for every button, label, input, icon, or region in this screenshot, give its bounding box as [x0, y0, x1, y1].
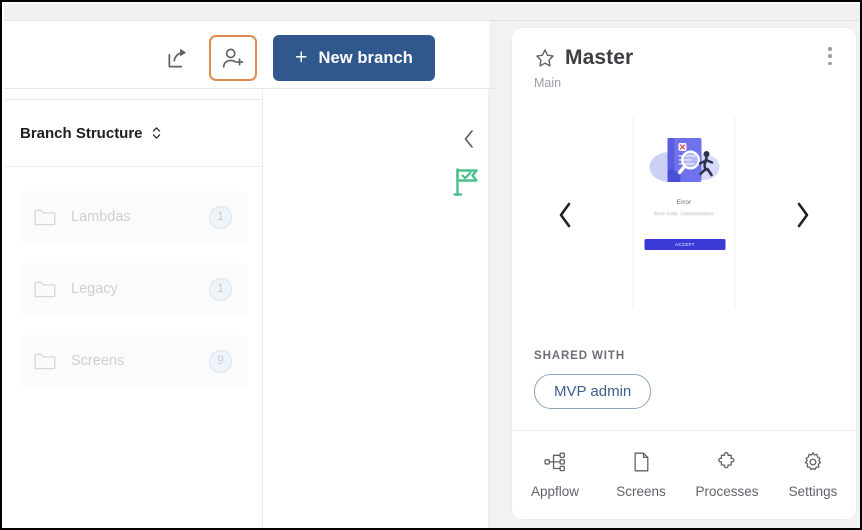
shared-user-chip[interactable]: MVP admin	[534, 374, 652, 409]
detail-panel: Master Main Error Error Code: Communicat…	[512, 28, 856, 519]
folder-icon	[34, 280, 56, 298]
list-item[interactable]: Legacy 1	[20, 263, 248, 315]
screen-carousel: Error Error Code: Communication ACCEPT	[512, 103, 856, 343]
branch-structure-column: Branch Structure Lambdas 1 Legacy 1 Scre…	[4, 90, 263, 528]
carousel-prev-button[interactable]	[548, 198, 582, 232]
thumbnail-title: Error	[676, 199, 692, 206]
screen-thumbnail[interactable]: Error Error Code: Communication ACCEPT	[632, 117, 736, 309]
list-item-label: Screens	[71, 353, 125, 369]
folder-icon	[34, 352, 56, 370]
status-badge: 1	[209, 205, 232, 229]
detail-subtitle: Main	[534, 76, 562, 90]
thumbnail-description: Error Code: Communication	[654, 211, 714, 216]
left-region: + New branch Branch Structure Lambdas 1 …	[4, 21, 499, 528]
puzzle-icon	[716, 451, 738, 473]
status-badge: 9	[209, 349, 232, 373]
thumbnail-button: ACCEPT	[644, 239, 726, 250]
folder-icon	[34, 208, 56, 226]
document-icon	[630, 451, 652, 473]
chevron-left-icon	[559, 202, 571, 228]
detail-tab-bar: Appflow Screens Processes Settings	[512, 430, 856, 519]
new-branch-label: New branch	[318, 48, 413, 67]
share-icon	[168, 48, 187, 68]
mid-strip	[264, 90, 489, 528]
chevron-right-icon	[797, 202, 809, 228]
folder-list: Lambdas 1 Legacy 1 Screens 9	[20, 191, 248, 407]
flag-check-icon	[453, 168, 478, 196]
carousel-next-button[interactable]	[786, 198, 820, 232]
window-top-strip	[4, 4, 860, 21]
detail-title-row: Master	[534, 46, 633, 70]
list-item[interactable]: Screens 9	[20, 335, 248, 387]
toolbar-actions: + New branch	[155, 35, 435, 81]
shared-with-section: SHARED WITH MVP admin	[512, 350, 856, 409]
detail-panel-header: Master Main	[512, 28, 856, 96]
tab-settings[interactable]: Settings	[770, 451, 856, 499]
list-item-label: Legacy	[71, 281, 118, 297]
list-item[interactable]: Lambdas 1	[20, 191, 248, 243]
share-button[interactable]	[155, 36, 201, 80]
toolbar: + New branch	[4, 21, 499, 89]
tab-processes-label: Processes	[695, 484, 759, 499]
error-illustration	[649, 138, 719, 182]
add-user-icon	[222, 48, 243, 68]
tab-appflow[interactable]: Appflow	[512, 451, 598, 499]
tab-processes[interactable]: Processes	[684, 451, 770, 499]
new-branch-button[interactable]: + New branch	[273, 35, 435, 81]
page-title: Master	[565, 46, 634, 69]
shared-with-label: SHARED WITH	[534, 350, 626, 362]
kebab-menu-icon[interactable]	[820, 43, 840, 69]
branch-structure-header[interactable]: Branch Structure	[4, 99, 262, 167]
tab-screens-label: Screens	[616, 484, 666, 499]
chevron-left-icon	[464, 130, 473, 148]
plus-icon: +	[295, 45, 308, 69]
status-badge: 1	[209, 277, 232, 301]
appflow-icon	[544, 451, 566, 473]
tab-settings-label: Settings	[788, 484, 838, 499]
collapse-panel-button[interactable]	[455, 125, 483, 153]
list-item-label: Lambdas	[71, 209, 131, 225]
page-body: + New branch Branch Structure Lambdas 1 …	[4, 21, 860, 528]
flag-check-button[interactable]	[450, 165, 484, 199]
app-window: + New branch Branch Structure Lambdas 1 …	[0, 0, 862, 530]
star-icon[interactable]	[534, 47, 556, 69]
branch-structure-title: Branch Structure	[20, 124, 143, 142]
tab-screens[interactable]: Screens	[598, 451, 684, 499]
add-user-button[interactable]	[209, 35, 258, 81]
tab-appflow-label: Appflow	[530, 484, 580, 499]
panel-divider	[488, 90, 489, 528]
gear-icon	[802, 451, 824, 473]
sort-updown-icon[interactable]	[151, 125, 162, 141]
